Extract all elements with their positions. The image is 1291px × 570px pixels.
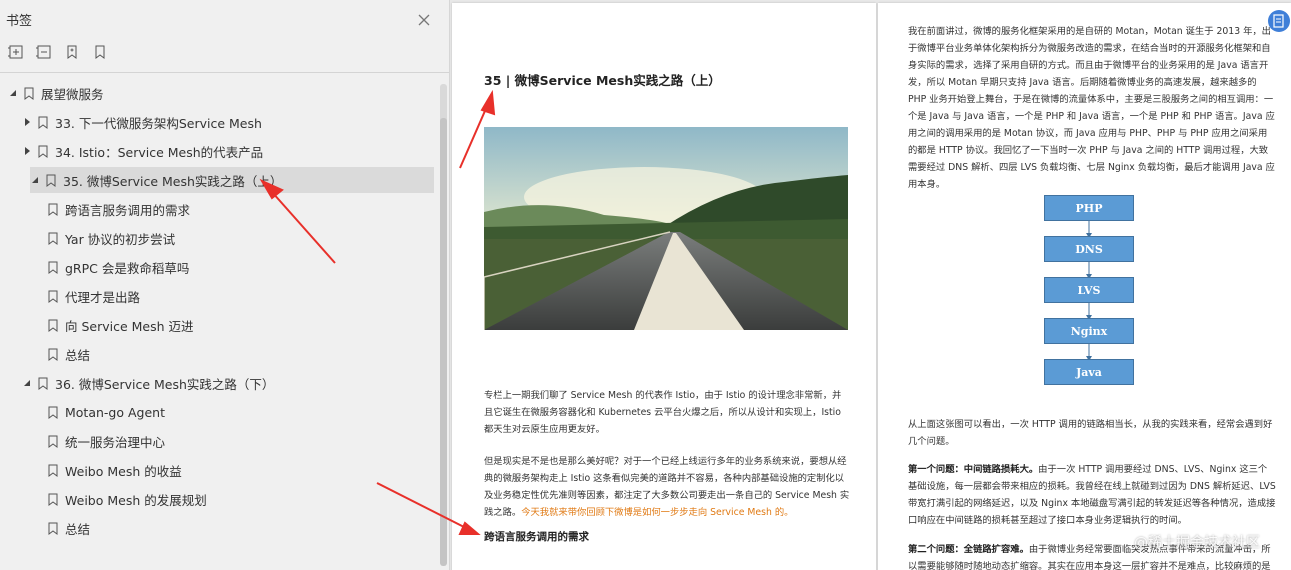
sidebar-title: 书签 bbox=[6, 14, 33, 29]
bookmark-label: 总结 bbox=[65, 521, 91, 537]
road-photo bbox=[484, 127, 848, 330]
bookmark-label: 向 Service Mesh 迈进 bbox=[65, 318, 194, 334]
bookmark-item[interactable]: Weibo Mesh 的发展规划 bbox=[0, 486, 430, 512]
caret-down-icon[interactable] bbox=[8, 88, 18, 98]
bookmark-icon bbox=[48, 493, 58, 506]
bookmark-item[interactable]: 跨语言服务调用的需求 bbox=[0, 196, 430, 222]
flow-node-java: Java bbox=[1044, 359, 1134, 385]
bookmark-icon bbox=[48, 464, 58, 477]
bookmark-item[interactable]: 向 Service Mesh 迈进 bbox=[0, 312, 430, 338]
bookmark-icon bbox=[48, 290, 58, 303]
highlighted-text: 今天我就来带你回顾下微博是如何一步步走向 Service Mesh 的。 bbox=[521, 507, 794, 518]
chapter-title: 35 | 微博Service Mesh实践之路（上） bbox=[484, 73, 721, 88]
bold-lead: 第二个问题：全链路扩容难。 bbox=[908, 544, 1029, 555]
paragraph: 但是现实是不是也是那么美好呢？对于一个已经上线运行多年的业务系统来说，要想从经典… bbox=[484, 453, 850, 521]
bookmark-icon bbox=[48, 348, 58, 361]
translate-button[interactable] bbox=[1268, 10, 1290, 32]
bookmark-label: 代理才是出路 bbox=[65, 289, 141, 305]
bookmark-icon bbox=[38, 116, 48, 129]
flow-node-php: PHP bbox=[1044, 195, 1134, 221]
bookmark-item[interactable]: 35. 微博Service Mesh实践之路（上） bbox=[30, 167, 434, 193]
bookmark-item[interactable]: gRPC 会是救命稻草吗 bbox=[0, 254, 430, 280]
bookmark-icon bbox=[24, 87, 34, 100]
bookmark-icon bbox=[38, 145, 48, 158]
section-heading: 跨语言服务调用的需求 bbox=[484, 531, 589, 543]
close-icon[interactable] bbox=[416, 12, 432, 28]
bookmark-icon bbox=[48, 406, 58, 419]
bookmark-label: gRPC 会是救命稻草吗 bbox=[65, 260, 190, 276]
caret-down-icon[interactable] bbox=[22, 378, 32, 388]
bookmark-item[interactable]: 总结 bbox=[0, 341, 430, 367]
sidebar-toolbar bbox=[8, 44, 108, 60]
bookmark-item[interactable]: Motan-go Agent bbox=[0, 399, 430, 425]
bookmark-icon bbox=[48, 232, 58, 245]
document-icon bbox=[1273, 14, 1284, 28]
bookmark-label: Weibo Mesh 的收益 bbox=[65, 463, 182, 479]
caret-right-icon[interactable] bbox=[22, 146, 32, 156]
bookmark-label: 34. Istio：Service Mesh的代表产品 bbox=[55, 144, 264, 160]
bookmark-label: Yar 协议的初步尝试 bbox=[65, 231, 176, 247]
caret-right-icon[interactable] bbox=[22, 117, 32, 127]
expand-all-icon[interactable] bbox=[8, 44, 24, 60]
add-bookmark-icon[interactable] bbox=[64, 44, 80, 60]
flow-node-lvs: LVS bbox=[1044, 277, 1134, 303]
bookmark-icon bbox=[48, 319, 58, 332]
document-page-left: 35 | 微博Service Mesh实践之路（上） 专栏上一期我们聊了 Ser… bbox=[452, 3, 876, 570]
bookmark-label: 跨语言服务调用的需求 bbox=[65, 202, 191, 218]
collapse-all-icon[interactable] bbox=[36, 44, 52, 60]
flow-node-dns: DNS bbox=[1044, 236, 1134, 262]
bookmark-item[interactable]: Yar 协议的初步尝试 bbox=[0, 225, 430, 251]
paragraph: 第一个问题：中间链路损耗大。由于一次 HTTP 调用要经过 DNS、LVS、Ng… bbox=[908, 461, 1276, 529]
pdf-reader-window: 书签 展望微服务 33. 下一代微服务架构Service Mesh 34. Is… bbox=[0, 0, 1291, 570]
bookmark-icon bbox=[38, 377, 48, 390]
bookmark-sidebar: 书签 展望微服务 33. 下一代微服务架构Service Mesh 34. Is… bbox=[0, 0, 450, 570]
paragraph: 专栏上一期我们聊了 Service Mesh 的代表作 Istio，由于 Ist… bbox=[484, 390, 842, 435]
bookmark-label: 总结 bbox=[65, 347, 91, 363]
bookmark-label: 35. 微博Service Mesh实践之路（上） bbox=[63, 173, 283, 189]
bookmark-icon[interactable] bbox=[92, 44, 108, 60]
bold-lead: 第一个问题：中间链路损耗大。 bbox=[908, 464, 1039, 475]
bookmark-item[interactable]: 代理才是出路 bbox=[0, 283, 430, 309]
divider bbox=[0, 72, 449, 73]
paragraph: 从上面这张图可以看出，一次 HTTP 调用的链路相当长，从我的实践来看，经常会遇… bbox=[908, 419, 1273, 447]
bookmark-label: 33. 下一代微服务架构Service Mesh bbox=[55, 115, 262, 131]
bookmark-item[interactable]: 统一服务治理中心 bbox=[0, 428, 430, 454]
bookmark-label: 36. 微博Service Mesh实践之路（下） bbox=[55, 376, 275, 392]
bookmark-label: 统一服务治理中心 bbox=[65, 434, 166, 450]
bookmark-item[interactable]: 总结 bbox=[0, 515, 430, 541]
flow-node-nginx: Nginx bbox=[1044, 318, 1134, 344]
bookmark-item[interactable]: 36. 微博Service Mesh实践之路（下） bbox=[0, 370, 430, 396]
bookmark-label: 展望微服务 bbox=[41, 86, 104, 102]
bookmark-item[interactable]: 33. 下一代微服务架构Service Mesh bbox=[0, 109, 430, 135]
bookmark-item[interactable]: Weibo Mesh 的收益 bbox=[0, 457, 430, 483]
scrollbar-thumb[interactable] bbox=[440, 118, 447, 566]
bookmark-icon bbox=[48, 203, 58, 216]
bookmark-icon bbox=[48, 261, 58, 274]
caret-down-icon[interactable] bbox=[30, 175, 40, 185]
watermark: @稀土掘金技术社区 bbox=[1134, 535, 1260, 551]
bookmark-icon bbox=[46, 174, 56, 187]
bookmark-icon bbox=[48, 435, 58, 448]
bookmark-icon bbox=[48, 522, 58, 535]
bookmark-item[interactable]: 展望微服务 bbox=[0, 80, 430, 106]
document-page-right: 我在前面讲过，微博的服务化框架采用的是自研的 Motan，Motan 诞生于 2… bbox=[878, 3, 1291, 570]
bookmark-label: Motan-go Agent bbox=[65, 404, 165, 420]
bookmark-item[interactable]: 34. Istio：Service Mesh的代表产品 bbox=[0, 138, 430, 164]
bookmark-label: Weibo Mesh 的发展规划 bbox=[65, 492, 207, 508]
